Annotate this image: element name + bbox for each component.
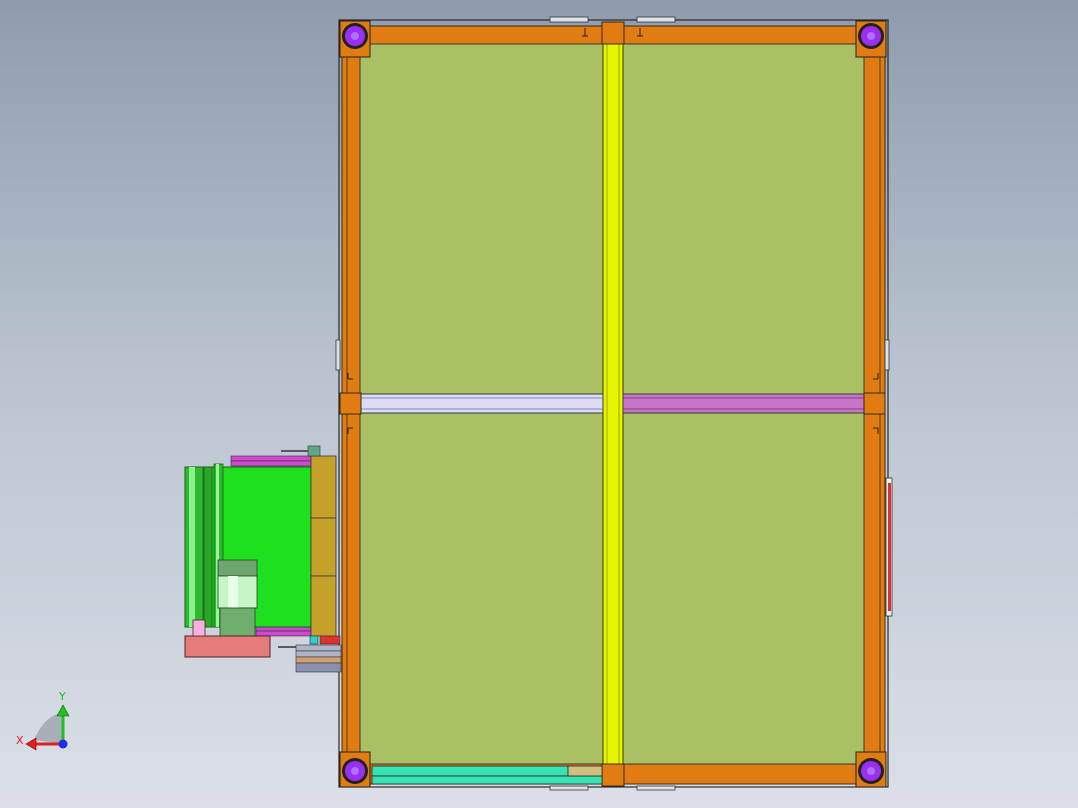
axis-triad-icon: X Y: [16, 690, 70, 751]
joint-block-left-mid: [339, 392, 362, 415]
panel-top-left: [359, 43, 604, 395]
bottom-rail: [371, 765, 569, 777]
caster-wheel-icon: [339, 751, 371, 788]
mount-plate: [184, 635, 271, 658]
caster-wheel-icon: [339, 20, 371, 58]
joint-block-right-mid: [863, 392, 886, 415]
axis-y-label: Y: [58, 690, 66, 703]
frame-assembly: [335, 16, 893, 791]
panel-top-right: [622, 43, 865, 395]
crossbar-right: [622, 393, 865, 414]
panel-bottom-right: [622, 412, 865, 765]
center-beam: [602, 25, 624, 785]
caster-wheel-icon: [855, 20, 887, 58]
joint-block-top-center: [601, 21, 625, 45]
axis-x-label: X: [16, 734, 24, 747]
side-mechanism: [184, 445, 342, 673]
caster-wheel-icon: [855, 751, 887, 788]
joint-block-bottom-center: [601, 763, 625, 787]
panel-bottom-left: [359, 412, 604, 765]
cad-viewport[interactable]: X Y: [0, 0, 1078, 808]
crossbar-left: [359, 393, 604, 414]
